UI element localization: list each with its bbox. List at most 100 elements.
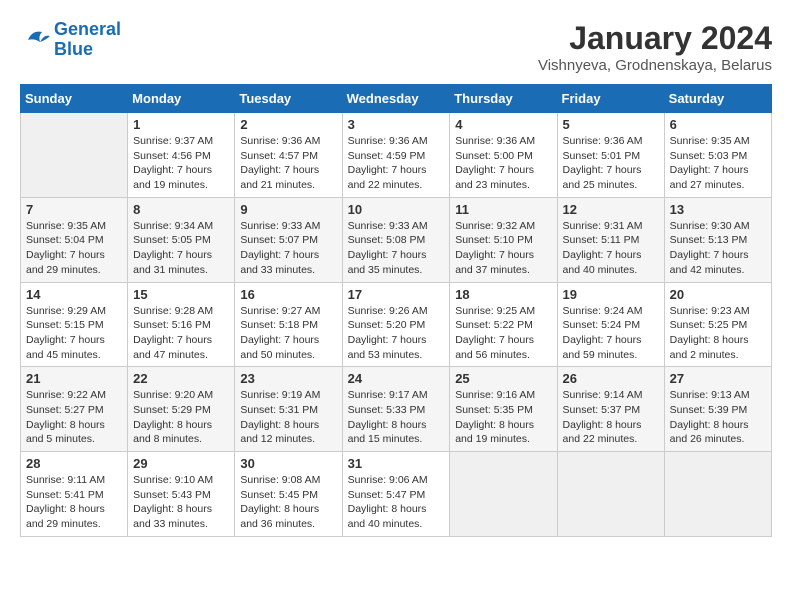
day-number: 31 <box>348 456 445 471</box>
day-number: 30 <box>240 456 336 471</box>
day-header-wednesday: Wednesday <box>342 85 450 113</box>
day-info: Sunrise: 9:35 AM Sunset: 5:04 PM Dayligh… <box>26 219 122 278</box>
day-cell: 11Sunrise: 9:32 AM Sunset: 5:10 PM Dayli… <box>450 197 557 282</box>
day-cell: 18Sunrise: 9:25 AM Sunset: 5:22 PM Dayli… <box>450 282 557 367</box>
title-area: January 2024 Vishnyeva, Grodnenskaya, Be… <box>538 20 772 74</box>
day-cell: 26 Sunrise: 9:14 AM Sunset: 5:37 PM Dayli… <box>557 367 664 452</box>
day-cell: 4 Sunrise: 9:36 AM Sunset: 5:00 PM Daylig… <box>450 113 557 198</box>
day-info: Sunrise: 9:06 AM Sunset: 5:47 PM Dayligh… <box>348 473 445 532</box>
logo-line2: Blue <box>54 39 93 59</box>
day-number: 4 <box>455 117 551 132</box>
calendar-subtitle: Vishnyeva, Grodnenskaya, Belarus <box>538 57 772 74</box>
day-info: Sunrise: 9:36 AM Sunset: 5:00 PM Dayligh… <box>455 134 551 193</box>
calendar-table: SundayMondayTuesdayWednesdayThursdayFrid… <box>20 84 772 537</box>
day-info: Sunrise: 9:26 AM Sunset: 5:20 PM Dayligh… <box>348 304 445 363</box>
day-cell: 14 Sunrise: 9:29 AM Sunset: 5:15 PM Dayli… <box>21 282 128 367</box>
header-row: SundayMondayTuesdayWednesdayThursdayFrid… <box>21 85 772 113</box>
day-header-friday: Friday <box>557 85 664 113</box>
day-number: 20 <box>670 287 766 302</box>
day-cell <box>664 452 771 537</box>
day-cell: 25 Sunrise: 9:16 AM Sunset: 5:35 PM Dayli… <box>450 367 557 452</box>
day-number: 23 <box>240 371 336 386</box>
day-number: 25 <box>455 371 551 386</box>
day-cell: 3Sunrise: 9:36 AM Sunset: 4:59 PM Daylig… <box>342 113 450 198</box>
day-info: Sunrise: 9:29 AM Sunset: 5:15 PM Dayligh… <box>26 304 122 363</box>
day-info: Sunrise: 9:36 AM Sunset: 5:01 PM Dayligh… <box>563 134 659 193</box>
day-info: Sunrise: 9:36 AM Sunset: 4:57 PM Dayligh… <box>240 134 336 193</box>
day-number: 5 <box>563 117 659 132</box>
day-header-sunday: Sunday <box>21 85 128 113</box>
day-info: Sunrise: 9:17 AM Sunset: 5:33 PM Dayligh… <box>348 388 445 447</box>
logo: General Blue <box>20 20 121 60</box>
day-number: 19 <box>563 287 659 302</box>
logo-text: General Blue <box>54 20 121 60</box>
day-info: Sunrise: 9:30 AM Sunset: 5:13 PM Dayligh… <box>670 219 766 278</box>
day-cell: 2 Sunrise: 9:36 AM Sunset: 4:57 PM Daylig… <box>235 113 342 198</box>
day-cell: 13 Sunrise: 9:30 AM Sunset: 5:13 PM Dayli… <box>664 197 771 282</box>
day-number: 15 <box>133 287 229 302</box>
day-number: 2 <box>240 117 336 132</box>
day-header-tuesday: Tuesday <box>235 85 342 113</box>
day-cell: 28 Sunrise: 9:11 AM Sunset: 5:41 PM Dayli… <box>21 452 128 537</box>
day-number: 28 <box>26 456 122 471</box>
day-cell: 17Sunrise: 9:26 AM Sunset: 5:20 PM Dayli… <box>342 282 450 367</box>
day-number: 27 <box>670 371 766 386</box>
day-cell: 5 Sunrise: 9:36 AM Sunset: 5:01 PM Daylig… <box>557 113 664 198</box>
week-row-5: 28 Sunrise: 9:11 AM Sunset: 5:41 PM Dayli… <box>21 452 772 537</box>
day-cell: 24Sunrise: 9:17 AM Sunset: 5:33 PM Dayli… <box>342 367 450 452</box>
day-number: 10 <box>348 202 445 217</box>
day-number: 14 <box>26 287 122 302</box>
day-cell: 30Sunrise: 9:08 AM Sunset: 5:45 PM Dayli… <box>235 452 342 537</box>
day-info: Sunrise: 9:37 AM Sunset: 4:56 PM Dayligh… <box>133 134 229 193</box>
day-cell: 23 Sunrise: 9:19 AM Sunset: 5:31 PM Dayli… <box>235 367 342 452</box>
week-row-4: 21Sunrise: 9:22 AM Sunset: 5:27 PM Dayli… <box>21 367 772 452</box>
day-info: Sunrise: 9:20 AM Sunset: 5:29 PM Dayligh… <box>133 388 229 447</box>
day-header-thursday: Thursday <box>450 85 557 113</box>
day-info: Sunrise: 9:34 AM Sunset: 5:05 PM Dayligh… <box>133 219 229 278</box>
day-cell: 12 Sunrise: 9:31 AM Sunset: 5:11 PM Dayli… <box>557 197 664 282</box>
day-info: Sunrise: 9:19 AM Sunset: 5:31 PM Dayligh… <box>240 388 336 447</box>
day-number: 16 <box>240 287 336 302</box>
logo-line1: General <box>54 19 121 39</box>
day-number: 6 <box>670 117 766 132</box>
week-row-3: 14 Sunrise: 9:29 AM Sunset: 5:15 PM Dayli… <box>21 282 772 367</box>
day-cell: 15Sunrise: 9:28 AM Sunset: 5:16 PM Dayli… <box>128 282 235 367</box>
day-cell <box>557 452 664 537</box>
day-header-saturday: Saturday <box>664 85 771 113</box>
day-cell: 29Sunrise: 9:10 AM Sunset: 5:43 PM Dayli… <box>128 452 235 537</box>
week-row-1: 1 Sunrise: 9:37 AM Sunset: 4:56 PM Daylig… <box>21 113 772 198</box>
header: General Blue January 2024 Vishnyeva, Gro… <box>20 20 772 74</box>
day-number: 1 <box>133 117 229 132</box>
day-cell: 20Sunrise: 9:23 AM Sunset: 5:25 PM Dayli… <box>664 282 771 367</box>
day-number: 8 <box>133 202 229 217</box>
day-info: Sunrise: 9:16 AM Sunset: 5:35 PM Dayligh… <box>455 388 551 447</box>
day-cell: 6 Sunrise: 9:35 AM Sunset: 5:03 PM Daylig… <box>664 113 771 198</box>
day-info: Sunrise: 9:35 AM Sunset: 5:03 PM Dayligh… <box>670 134 766 193</box>
day-cell <box>21 113 128 198</box>
day-cell: 7Sunrise: 9:35 AM Sunset: 5:04 PM Daylig… <box>21 197 128 282</box>
day-number: 22 <box>133 371 229 386</box>
day-header-monday: Monday <box>128 85 235 113</box>
day-cell: 1 Sunrise: 9:37 AM Sunset: 4:56 PM Daylig… <box>128 113 235 198</box>
day-number: 18 <box>455 287 551 302</box>
day-number: 12 <box>563 202 659 217</box>
day-number: 9 <box>240 202 336 217</box>
day-info: Sunrise: 9:31 AM Sunset: 5:11 PM Dayligh… <box>563 219 659 278</box>
day-info: Sunrise: 9:22 AM Sunset: 5:27 PM Dayligh… <box>26 388 122 447</box>
day-info: Sunrise: 9:14 AM Sunset: 5:37 PM Dayligh… <box>563 388 659 447</box>
day-info: Sunrise: 9:13 AM Sunset: 5:39 PM Dayligh… <box>670 388 766 447</box>
day-cell: 16Sunrise: 9:27 AM Sunset: 5:18 PM Dayli… <box>235 282 342 367</box>
week-row-2: 7Sunrise: 9:35 AM Sunset: 5:04 PM Daylig… <box>21 197 772 282</box>
day-cell: 27 Sunrise: 9:13 AM Sunset: 5:39 PM Dayli… <box>664 367 771 452</box>
day-info: Sunrise: 9:32 AM Sunset: 5:10 PM Dayligh… <box>455 219 551 278</box>
day-cell <box>450 452 557 537</box>
calendar-title: January 2024 <box>538 20 772 57</box>
day-cell: 21Sunrise: 9:22 AM Sunset: 5:27 PM Dayli… <box>21 367 128 452</box>
day-cell: 10Sunrise: 9:33 AM Sunset: 5:08 PM Dayli… <box>342 197 450 282</box>
day-number: 13 <box>670 202 766 217</box>
day-cell: 31 Sunrise: 9:06 AM Sunset: 5:47 PM Dayli… <box>342 452 450 537</box>
day-number: 26 <box>563 371 659 386</box>
day-info: Sunrise: 9:11 AM Sunset: 5:41 PM Dayligh… <box>26 473 122 532</box>
day-cell: 9Sunrise: 9:33 AM Sunset: 5:07 PM Daylig… <box>235 197 342 282</box>
day-number: 29 <box>133 456 229 471</box>
